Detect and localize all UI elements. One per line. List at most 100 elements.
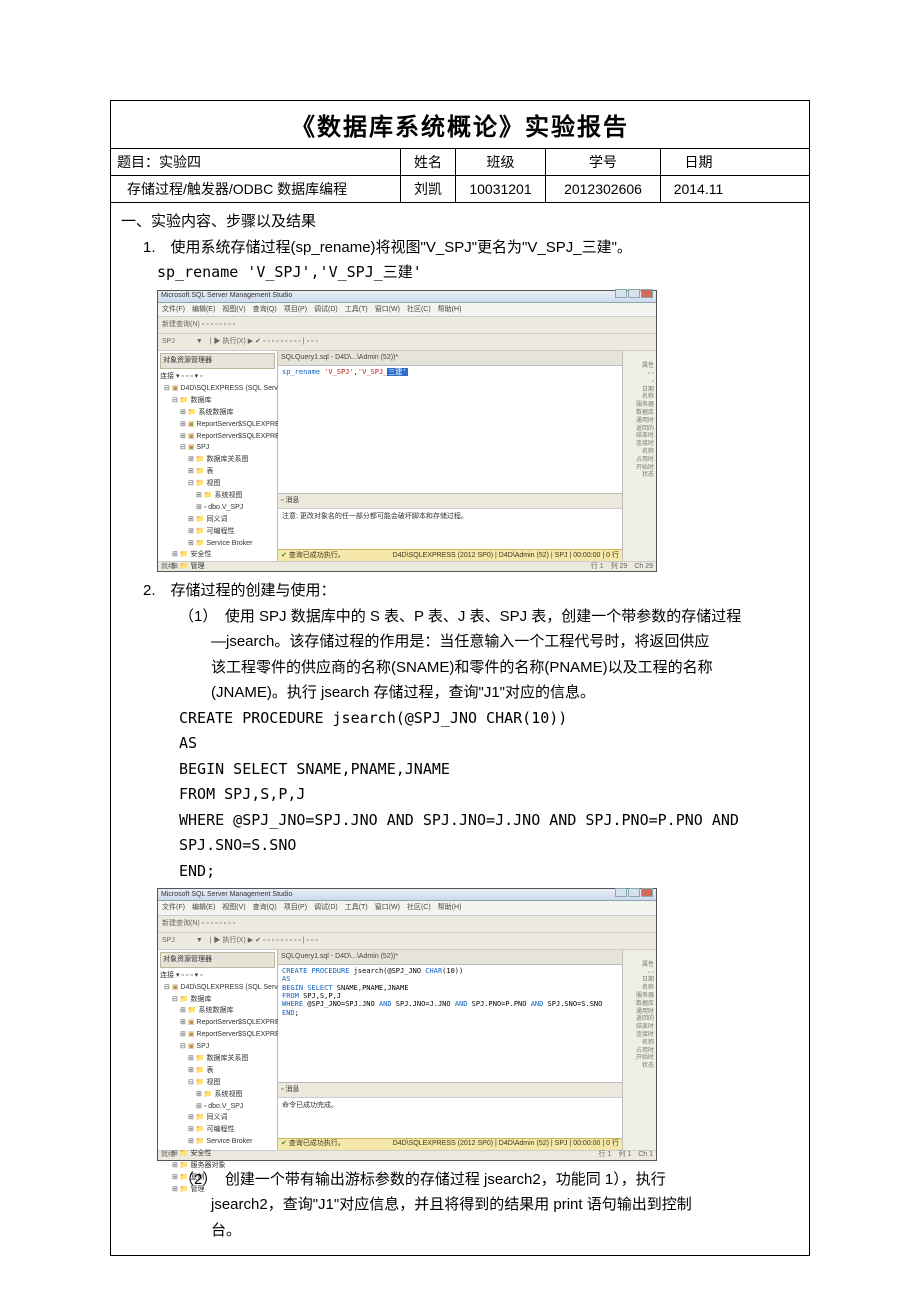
class-header: 班级 xyxy=(456,149,546,175)
tree-item[interactable]: ⊞ 📁 可编程性 xyxy=(160,526,275,538)
ssms-menubar[interactable]: 文件(F) 编辑(E) 视图(V) 查询(Q) 项目(P) 调试(D) 工具(T… xyxy=(158,901,656,916)
object-explorer[interactable]: 对象资源管理器 连接 ▾ ▫ ▫ ▫ ▾ ▫ ⊟ ▣ D4D\SQLEXPRES… xyxy=(158,351,278,561)
maximize-icon[interactable] xyxy=(628,888,640,897)
ssms-toolbar-2[interactable]: SPJ ▼ | ▶ 执行(X) ▶ ✔ ▫ ▫ ▫ ▫ ▫ ▫ ▫ ▫ ▫ | … xyxy=(158,334,656,351)
object-explorer[interactable]: 对象资源管理器 连接 ▾ ▫ ▫ ▫ ▾ ▫ ⊟ ▣ D4D\SQLEXPRES… xyxy=(158,950,278,1150)
tree-item[interactable]: ⊟ ▣ SPJ xyxy=(160,1041,275,1053)
bottom-right: 行 1 列 29 Ch 29 xyxy=(591,561,653,573)
tree-item[interactable]: ⊞ 📁 系统数据库 xyxy=(160,1005,275,1017)
item2-1-lead: （1） 使用 SPJ 数据库中的 S 表、P 表、J 表、SPJ 表，创建一个带… xyxy=(121,604,799,630)
ssms-screenshot-1: Microsoft SQL Server Management Studio 文… xyxy=(157,290,657,573)
tree-item[interactable]: ⊟ 📁 数据库 xyxy=(160,994,275,1006)
ssms-screenshot-2: Microsoft SQL Server Management Studio 文… xyxy=(157,888,657,1161)
section1-heading: 一、实验内容、步骤以及结果 xyxy=(121,209,799,235)
item2-1-l2: —jsearch。该存储过程的作用是：当任意输入一个工程代号时，将返回供应 xyxy=(121,629,799,655)
report-frame: 《数据库系统概论》实验报告 题目：实验四 姓名 班级 学号 日期 存储过程/触发… xyxy=(110,100,810,1256)
editor-tab[interactable]: SQLQuery1.sql - D4D\...\Admin (52))* xyxy=(278,950,622,965)
object-explorer-header: 对象资源管理器 xyxy=(160,353,275,369)
ssms-toolbar-1[interactable]: 新建查询(N) ▫ ▫ ▫ ▫ ▫ ▫ ▫ ▫ xyxy=(158,916,656,933)
tree-item[interactable]: ⊞ 📁 管理 xyxy=(160,561,275,573)
message-tab[interactable]: ▫ 消息 xyxy=(278,494,622,509)
status-bar: 查询已成功执行。 D4D\SQLEXPRESS (2012 SP0) | D4D… xyxy=(278,1138,622,1150)
window-buttons[interactable] xyxy=(614,888,653,902)
bottom-left: 就绪 xyxy=(161,561,175,573)
ssms-toolbar-2[interactable]: SPJ ▼ | ▶ 执行(X) ▶ ✔ ▫ ▫ ▫ ▫ ▫ ▫ ▫ ▫ ▫ | … xyxy=(158,933,656,950)
close-icon[interactable] xyxy=(641,888,653,897)
code-line: FROM SPJ,S,P,J xyxy=(121,782,799,808)
tree-item[interactable]: ⊞ 📁 数据库关系图 xyxy=(160,454,275,466)
meta-header-row: 题目：实验四 姓名 班级 学号 日期 xyxy=(111,149,809,176)
ssms-menubar[interactable]: 文件(F) 编辑(E) 视图(V) 查询(Q) 项目(P) 调试(D) 工具(T… xyxy=(158,303,656,318)
date-value: 2014.11 xyxy=(661,176,736,202)
window-buttons[interactable] xyxy=(614,289,653,303)
item1-text: 1. 使用系统存储过程(sp_rename)将视图"V_SPJ"更名为"V_SP… xyxy=(121,235,799,261)
message-text: 命令已成功完成。 xyxy=(278,1098,622,1114)
meta-value-row: 存储过程/触发器/ODBC 数据库编程 刘凯 10031201 20123026… xyxy=(111,176,809,203)
properties-rail: 属性▫ ▫▫日期名称服务器数据库通用时返回的结束时连接时名称占用时开始时状态 xyxy=(622,351,656,561)
tree-item[interactable]: ⊟ 📁 数据库 xyxy=(160,395,275,407)
tree-item[interactable]: ⊞ ▣ ReportServer$SQLEXPRE xyxy=(160,1017,275,1029)
tree-item[interactable]: ⊞ 📁 表 xyxy=(160,1065,275,1077)
tree-item[interactable]: ⊞ 📁 系统视图 xyxy=(160,1089,275,1101)
tree-item[interactable]: ⊞ ▣ ReportServer$SQLEXPRE xyxy=(160,1029,275,1041)
tree-item[interactable]: ⊞ 📁 Service Broker xyxy=(160,1136,275,1148)
bottom-left: 就绪 xyxy=(161,1149,175,1161)
ssms-toolbar-1[interactable]: 新建查询(N) ▫ ▫ ▫ ▫ ▫ ▫ ▫ ▫ xyxy=(158,317,656,334)
topic-sub-cell: 存储过程/触发器/ODBC 数据库编程 xyxy=(111,176,401,202)
ssms-body: 对象资源管理器 连接 ▾ ▫ ▫ ▫ ▾ ▫ ⊟ ▣ D4D\SQLEXPRES… xyxy=(158,351,656,561)
tree-item[interactable]: ⊞ ▣ ReportServer$SQLEXPRESSTemp xyxy=(160,431,275,443)
tree-item[interactable]: ⊞ 📁 同义词 xyxy=(160,514,275,526)
name-value: 刘凯 xyxy=(401,176,456,202)
tree-item[interactable]: ⊞ 📁 Service Broker xyxy=(160,538,275,550)
tree-item[interactable]: ⊞ 📁 安全性 xyxy=(160,1148,275,1160)
tree-item[interactable]: ⊞ 📁 表 xyxy=(160,466,275,478)
class-value: 10031201 xyxy=(456,176,546,202)
ssms-title: Microsoft SQL Server Management Studio xyxy=(161,889,292,901)
object-explorer-tools[interactable]: 连接 ▾ ▫ ▫ ▫ ▾ ▫ xyxy=(160,371,275,383)
tree-item[interactable]: ⊞ 📁 安全性 xyxy=(160,549,275,561)
tree-item[interactable]: ⊟ 📁 视图 xyxy=(160,478,275,490)
tree-root[interactable]: ⊟ ▣ D4D\SQLEXPRESS (SQL Server 1 xyxy=(160,982,275,994)
code-line: CREATE PROCEDURE jsearch(@SPJ_JNO CHAR(1… xyxy=(121,706,799,732)
name-header: 姓名 xyxy=(401,149,456,175)
object-explorer-header: 对象资源管理器 xyxy=(160,952,275,968)
tree-item[interactable]: ⊞ 📁 同义词 xyxy=(160,1112,275,1124)
tree-item[interactable]: ⊟ ▣ SPJ xyxy=(160,442,275,454)
sql-editor[interactable]: sp_rename 'V_SPJ','V_SPJ_三建' xyxy=(278,366,622,493)
sid-header: 学号 xyxy=(546,149,661,175)
tree-item[interactable]: ⊞ 📁 可编程性 xyxy=(160,1124,275,1136)
message-tab[interactable]: ▫ 消息 xyxy=(278,1083,622,1098)
tree-item[interactable]: ⊞ 📁 系统视图 xyxy=(160,490,275,502)
item2-2-lead: （2） 创建一个带有输出游标参数的存储过程 jsearch2，功能同 1），执行 xyxy=(121,1167,799,1193)
message-pane: ▫ 消息 命令已成功完成。 xyxy=(278,1082,622,1138)
topic-sub: 存储过程/触发器/ODBC 数据库编程 xyxy=(127,179,347,199)
item1-code: sp_rename 'V_SPJ','V_SPJ_三建' xyxy=(121,260,799,286)
item2-heading: 2. 存储过程的创建与使用： xyxy=(121,578,799,604)
tree-item[interactable]: ⊞ 📁 系统数据库 xyxy=(160,407,275,419)
maximize-icon[interactable] xyxy=(628,289,640,298)
status-ok: 查询已成功执行。 xyxy=(281,550,345,562)
report-body: 一、实验内容、步骤以及结果 1. 使用系统存储过程(sp_rename)将视图"… xyxy=(111,203,809,1255)
object-explorer-tools[interactable]: 连接 ▾ ▫ ▫ ▫ ▾ ▫ xyxy=(160,970,275,982)
tree-item[interactable]: ⊞ ▣ ReportServer$SQLEXPRESS xyxy=(160,419,275,431)
sql-editor[interactable]: CREATE PROCEDURE jsearch(@SPJ_JNO CHAR(1… xyxy=(278,965,622,1082)
close-icon[interactable] xyxy=(641,289,653,298)
status-right: D4D\SQLEXPRESS (2012 SP0) | D4D\Admin (5… xyxy=(393,550,619,562)
tree-item[interactable]: ⊟ 📁 视图 xyxy=(160,1077,275,1089)
ssms-title: Microsoft SQL Server Management Studio xyxy=(161,290,292,302)
tree-item[interactable]: ⊞ 📁 数据库关系图 xyxy=(160,1053,275,1065)
sid-value: 2012302606 xyxy=(546,176,661,202)
tree-root[interactable]: ⊟ ▣ D4D\SQLEXPRESS (SQL Server 2012.0.20… xyxy=(160,383,275,395)
report-title: 《数据库系统概论》实验报告 xyxy=(111,101,809,149)
properties-rail: 属性▫ ▫日期名称服务器数据库通用时返回的结束时连接时名称占用时开始时状态 xyxy=(622,950,656,1150)
item2-2-l3: 台。 xyxy=(121,1218,799,1244)
editor-tab[interactable]: SQLQuery1.sql - D4D\...\Admin (52))* xyxy=(278,351,622,366)
ssms-body: 对象资源管理器 连接 ▾ ▫ ▫ ▫ ▾ ▫ ⊟ ▣ D4D\SQLEXPRES… xyxy=(158,950,656,1150)
code-line: AS xyxy=(121,731,799,757)
tree-item[interactable]: ⊞ ▫ dbo.V_SPJ xyxy=(160,502,275,514)
topic-label: 题目：实验四 xyxy=(117,152,201,172)
tree-item[interactable]: ⊞ ▫ dbo.V_SPJ xyxy=(160,1101,275,1113)
minimize-icon[interactable] xyxy=(615,888,627,897)
minimize-icon[interactable] xyxy=(615,289,627,298)
bottom-right: 行 1 列 1 Ch 1 xyxy=(599,1149,653,1161)
